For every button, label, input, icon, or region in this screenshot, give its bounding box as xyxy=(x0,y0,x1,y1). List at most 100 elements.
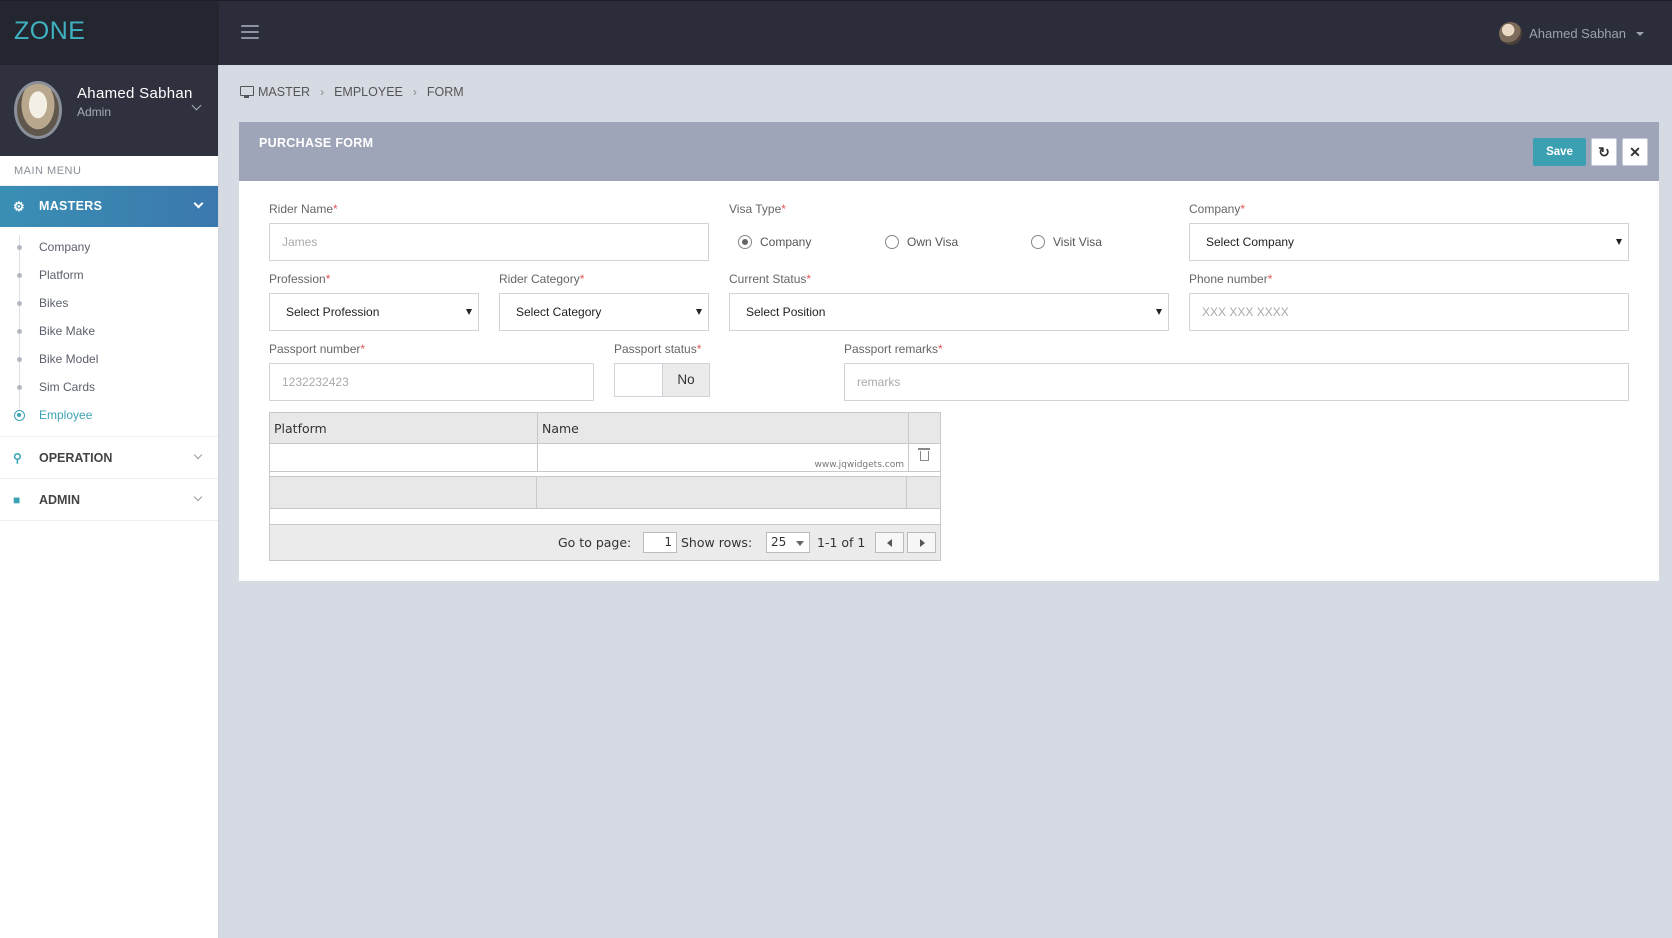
dropdown-arrow-icon xyxy=(796,541,804,546)
passport-status-label: Passport status* xyxy=(614,342,702,356)
passport-status-toggle[interactable]: No xyxy=(614,363,710,397)
rider-category-label: Rider Category* xyxy=(499,272,585,286)
panel-header: PURCHASE FORM Save ↻ ✕ xyxy=(239,122,1659,181)
show-rows-select[interactable]: 25 xyxy=(766,532,810,553)
goto-page-label: Go to page: xyxy=(558,535,632,550)
passport-remarks-field[interactable] xyxy=(844,363,1629,401)
profile-name: Ahamed Sabhan xyxy=(77,85,193,102)
grid-header-row: Platform Name xyxy=(270,413,940,444)
show-rows-label: Show rows: xyxy=(681,535,753,550)
visa-radio-visit-visa[interactable]: Visit Visa xyxy=(1031,235,1102,249)
masters-submenu: Company Platform Bikes Bike Make Bike Mo… xyxy=(0,227,218,437)
panel-title: PURCHASE FORM xyxy=(259,136,374,150)
company-label: Company* xyxy=(1189,202,1246,216)
passport-remarks-label: Passport remarks* xyxy=(844,342,943,356)
breadcrumb-employee[interactable]: EMPLOYEE xyxy=(334,85,403,99)
sidebar: Ahamed Sabhan Admin MAIN MENU ⚙ MASTERS … xyxy=(0,65,219,938)
sidebar-section-admin[interactable]: ■ ADMIN xyxy=(0,479,218,521)
dropdown-arrow-icon xyxy=(1156,309,1162,315)
hamburger-menu-icon[interactable] xyxy=(241,25,259,40)
prev-page-button[interactable] xyxy=(875,532,904,553)
trash-icon[interactable] xyxy=(918,448,930,461)
motorcycle-icon: ⚲ xyxy=(13,451,22,465)
platform-grid: Platform Name www.jqwidgets.com Go to pa… xyxy=(269,412,941,561)
grid-cell-platform[interactable] xyxy=(270,444,538,471)
top-navbar: ZONE Ahamed Sabhan xyxy=(0,0,1672,65)
profile-role: Admin xyxy=(77,105,112,119)
close-icon: ✕ xyxy=(1629,144,1641,160)
profession-select[interactable]: Select Profession xyxy=(269,293,479,331)
breadcrumb-separator: › xyxy=(320,85,325,99)
sidebar-section-operation[interactable]: ⚲ OPERATION xyxy=(0,437,218,479)
brand-logo[interactable]: ZONE xyxy=(0,1,219,65)
chevron-right-icon xyxy=(920,539,925,547)
current-status-label: Current Status* xyxy=(729,272,812,286)
sidebar-item-sim-cards[interactable]: Sim Cards xyxy=(0,373,218,401)
breadcrumb: MASTER › EMPLOYEE › FORM xyxy=(240,85,464,99)
refresh-button[interactable]: ↻ xyxy=(1591,138,1617,166)
rider-name-input[interactable] xyxy=(282,224,708,260)
grid-row: www.jqwidgets.com xyxy=(270,444,940,472)
phone-input[interactable] xyxy=(1202,294,1628,330)
dropdown-arrow-icon xyxy=(466,309,472,315)
rider-category-select[interactable]: Select Category xyxy=(499,293,709,331)
main-menu-title: MAIN MENU xyxy=(0,156,218,186)
breadcrumb-separator: › xyxy=(412,85,417,99)
brand-name: ZONE xyxy=(14,17,86,45)
grid-scroll-row xyxy=(270,509,940,525)
toggle-value: No xyxy=(662,364,709,396)
profession-label: Profession* xyxy=(269,272,331,286)
dropdown-arrow-icon xyxy=(1616,239,1622,245)
phone-field[interactable] xyxy=(1189,293,1629,331)
visa-radio-own-visa[interactable]: Own Visa xyxy=(885,235,958,249)
sidebar-item-bike-make[interactable]: Bike Make xyxy=(0,317,218,345)
chevron-down-icon xyxy=(193,492,203,502)
grid-column-platform[interactable]: Platform xyxy=(270,413,538,443)
caret-down-icon xyxy=(1636,31,1644,36)
sidebar-item-platform[interactable]: Platform xyxy=(0,261,218,289)
next-page-button[interactable] xyxy=(907,532,936,553)
grid-pager: Go to page: 1 Show rows: 25 1-1 of 1 xyxy=(270,525,940,560)
user-name: Ahamed Sabhan xyxy=(1529,26,1626,41)
profile-chevron-down-icon[interactable] xyxy=(191,100,202,111)
chevron-down-icon xyxy=(193,450,203,460)
chevron-down-icon xyxy=(193,198,204,209)
masters-label: MASTERS xyxy=(39,199,103,213)
passport-number-label: Passport number* xyxy=(269,342,366,356)
passport-number-field[interactable] xyxy=(269,363,594,401)
profile-avatar xyxy=(14,81,62,139)
breadcrumb-master[interactable]: MASTER xyxy=(258,85,310,99)
rider-name-label: Rider Name* xyxy=(269,202,338,216)
chevron-left-icon xyxy=(887,539,892,547)
sidebar-profile: Ahamed Sabhan Admin xyxy=(0,65,218,156)
phone-label: Phone number* xyxy=(1189,272,1273,286)
sidebar-section-masters[interactable]: ⚙ MASTERS xyxy=(0,186,218,227)
current-status-select[interactable]: Select Position xyxy=(729,293,1169,331)
grid-cell-name[interactable]: www.jqwidgets.com xyxy=(538,444,909,471)
save-button[interactable]: Save xyxy=(1533,138,1586,166)
visa-radio-company[interactable]: Company xyxy=(738,235,811,249)
passport-remarks-input[interactable] xyxy=(857,364,1628,400)
radio-icon xyxy=(885,235,899,249)
refresh-icon: ↻ xyxy=(1598,144,1610,160)
page-range: 1-1 of 1 xyxy=(817,535,866,550)
close-button[interactable]: ✕ xyxy=(1622,138,1648,166)
sidebar-item-employee[interactable]: Employee xyxy=(0,401,218,429)
grid-watermark: www.jqwidgets.com xyxy=(814,460,904,470)
visa-type-label: Visa Type* xyxy=(729,202,786,216)
passport-number-input[interactable] xyxy=(282,364,593,400)
user-avatar xyxy=(1499,22,1523,45)
monitor-icon xyxy=(240,86,254,98)
goto-page-input[interactable]: 1 xyxy=(643,532,677,553)
sidebar-item-bikes[interactable]: Bikes xyxy=(0,289,218,317)
user-menu[interactable]: Ahamed Sabhan xyxy=(1499,21,1644,46)
company-select[interactable]: Select Company xyxy=(1189,223,1629,261)
grid-column-name[interactable]: Name xyxy=(538,413,909,443)
sidebar-item-bike-model[interactable]: Bike Model xyxy=(0,345,218,373)
radio-icon xyxy=(738,235,752,249)
sidebar-item-company[interactable]: Company xyxy=(0,233,218,261)
grid-aggregate-row xyxy=(270,476,940,509)
dropdown-arrow-icon xyxy=(696,309,702,315)
rider-name-field[interactable] xyxy=(269,223,709,261)
radio-icon xyxy=(1031,235,1045,249)
